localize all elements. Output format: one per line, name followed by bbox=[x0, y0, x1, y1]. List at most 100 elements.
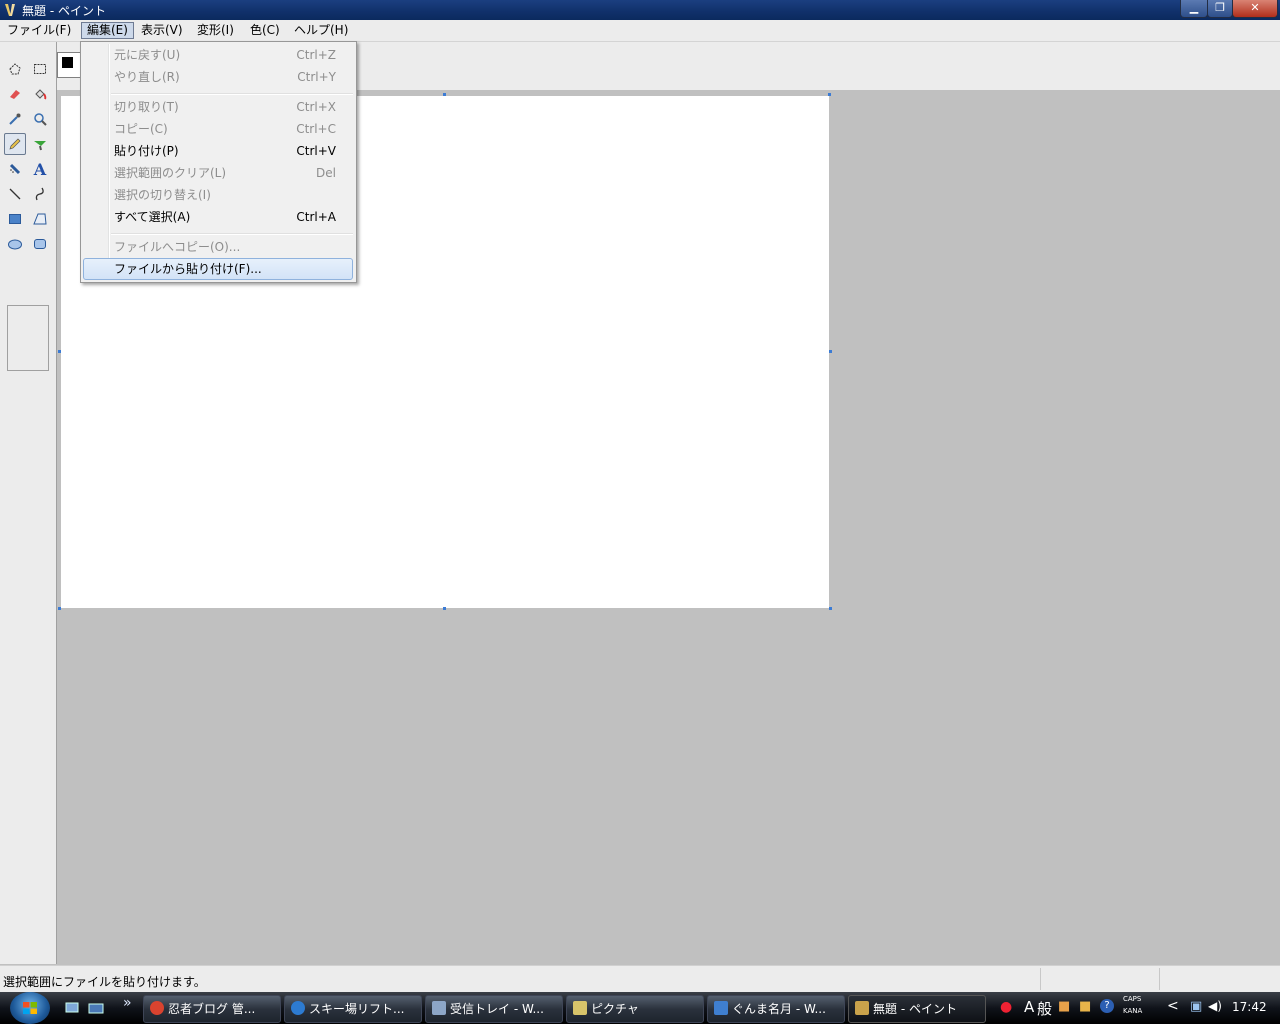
minimize-button[interactable]: ▁ bbox=[1180, 0, 1208, 18]
menu-item-select-all[interactable]: すべて選択(A) Ctrl+A bbox=[83, 206, 353, 228]
clock[interactable]: 17:42 bbox=[1232, 1000, 1267, 1014]
taskbar-item-label: 忍者ブログ 管... bbox=[168, 1002, 256, 1016]
foreground-color-swatch[interactable] bbox=[62, 57, 73, 68]
menu-item-paste[interactable]: 貼り付け(P) Ctrl+V bbox=[83, 140, 353, 162]
taskbar-item-active[interactable]: 無題 - ペイント bbox=[848, 995, 986, 1023]
quicklaunch-more-icon[interactable]: » bbox=[123, 995, 139, 1011]
menu-item-label: 選択の切り替え(I) bbox=[114, 188, 211, 202]
rounded-rect-icon[interactable] bbox=[29, 233, 51, 255]
menu-item-label: 選択範囲のクリア(L) bbox=[114, 166, 227, 180]
menu-file[interactable]: ファイル(F) bbox=[2, 22, 76, 39]
maximize-button[interactable]: ❐ bbox=[1207, 0, 1233, 18]
ime-help-icon[interactable]: ? bbox=[1100, 999, 1114, 1013]
taskbar-item[interactable]: ピクチャ bbox=[566, 995, 704, 1023]
taskbar-item-label: スキー場リフト... bbox=[309, 1002, 405, 1016]
paint-app-icon bbox=[855, 1001, 869, 1015]
menu-item-clear-selection[interactable]: 選択範囲のクリア(L) Del bbox=[83, 162, 353, 184]
menu-item-label: 貼り付け(P) bbox=[114, 144, 179, 158]
menu-colors[interactable]: 色(C) bbox=[245, 22, 285, 39]
status-divider bbox=[1040, 968, 1041, 990]
menu-edit[interactable]: 編集(E) bbox=[81, 22, 134, 39]
paint-app-icon bbox=[5, 4, 15, 16]
menu-item-label: すべて選択(A) bbox=[114, 210, 191, 224]
switch-windows-icon[interactable] bbox=[88, 1000, 104, 1016]
menu-image[interactable]: 変形(I) bbox=[192, 22, 239, 39]
menu-item-label: 切り取り(T) bbox=[114, 100, 179, 114]
text-icon[interactable]: A bbox=[29, 158, 51, 180]
ime-kanji-indicator[interactable]: 般 bbox=[1037, 998, 1052, 1019]
taskbar-item[interactable]: スキー場リフト... bbox=[284, 995, 422, 1023]
menu-item-label: コピー(C) bbox=[114, 122, 168, 136]
taskbar-item[interactable]: 忍者ブログ 管... bbox=[143, 995, 281, 1023]
menu-item-undo[interactable]: 元に戻す(U) Ctrl+Z bbox=[83, 44, 353, 66]
show-desktop-icon[interactable] bbox=[64, 1000, 80, 1016]
menu-view[interactable]: 表示(V) bbox=[136, 22, 188, 39]
menu-item-copy-to-file[interactable]: ファイルへコピー(O)... bbox=[83, 236, 353, 258]
menu-item-copy[interactable]: コピー(C) Ctrl+C bbox=[83, 118, 353, 140]
menu-item-cut[interactable]: 切り取り(T) Ctrl+X bbox=[83, 96, 353, 118]
windows-logo-icon bbox=[23, 1002, 37, 1014]
title-bar: 無題 - ペイント ▁ ❐ ✕ bbox=[0, 0, 1280, 20]
rectangle-icon[interactable] bbox=[4, 208, 26, 230]
curve-icon[interactable] bbox=[29, 183, 51, 205]
ie-icon bbox=[291, 1001, 305, 1015]
menu-help[interactable]: ヘルプ(H) bbox=[289, 22, 353, 39]
volume-icon[interactable]: ◀) bbox=[1208, 999, 1222, 1013]
polygon-icon[interactable] bbox=[29, 208, 51, 230]
taskbar-item[interactable]: 受信トレイ - W... bbox=[425, 995, 563, 1023]
menu-item-shortcut: Del bbox=[316, 166, 336, 180]
network-icon[interactable]: ▣ bbox=[1190, 999, 1202, 1014]
status-divider bbox=[1159, 968, 1160, 990]
resize-handle-right[interactable] bbox=[829, 350, 832, 353]
ime-tool-icon[interactable]: ■ bbox=[1058, 999, 1070, 1014]
menu-separator bbox=[111, 233, 353, 235]
tray-expand-icon[interactable]: < bbox=[1167, 998, 1179, 1014]
tool-options-box[interactable] bbox=[7, 305, 49, 371]
document-icon bbox=[714, 1001, 728, 1015]
menu-item-shortcut: Ctrl+A bbox=[296, 210, 336, 224]
resize-handle-bottom[interactable] bbox=[443, 607, 446, 610]
free-select-icon[interactable] bbox=[4, 58, 26, 80]
rect-select-icon[interactable] bbox=[29, 58, 51, 80]
taskbar-item-label: ぐんま名月 - W... bbox=[732, 1002, 826, 1016]
ime-mode-indicator[interactable]: A bbox=[1024, 998, 1034, 1016]
menu-item-paste-from-file[interactable]: ファイルから貼り付け(F)... bbox=[83, 258, 353, 280]
close-button[interactable]: ✕ bbox=[1232, 0, 1278, 18]
resize-handle-top-right[interactable] bbox=[828, 93, 831, 96]
status-bar: 選択範囲にファイルを貼り付けます。 bbox=[0, 965, 1280, 993]
ime-dictionary-icon[interactable]: ■ bbox=[1079, 999, 1091, 1014]
menu-separator bbox=[111, 93, 353, 95]
kana-indicator: KANA bbox=[1123, 1007, 1143, 1015]
edit-dropdown-menu: 元に戻す(U) Ctrl+Z やり直し(R) Ctrl+Y 切り取り(T) Ct… bbox=[80, 41, 357, 283]
menu-item-shortcut: Ctrl+V bbox=[296, 144, 336, 158]
menu-item-shortcut: Ctrl+X bbox=[296, 100, 336, 114]
menu-item-shortcut: Ctrl+Z bbox=[296, 48, 336, 62]
menu-item-invert-selection[interactable]: 選択の切り替え(I) bbox=[83, 184, 353, 206]
resize-handle-bottom-right[interactable] bbox=[829, 607, 832, 610]
resize-handle-bottom-left[interactable] bbox=[58, 607, 61, 610]
taskbar-item-label: 受信トレイ - W... bbox=[450, 1002, 544, 1016]
menu-item-label: 元に戻す(U) bbox=[114, 48, 181, 62]
resize-handle-left[interactable] bbox=[58, 350, 61, 353]
resize-handle-top[interactable] bbox=[443, 93, 446, 96]
pencil-icon[interactable] bbox=[4, 133, 26, 155]
tool-box: A bbox=[0, 42, 57, 964]
fill-icon[interactable] bbox=[29, 83, 51, 105]
notification-icon[interactable]: ● bbox=[1000, 999, 1012, 1015]
menu-item-label: やり直し(R) bbox=[114, 70, 180, 84]
airbrush-icon[interactable] bbox=[4, 158, 26, 180]
menu-item-redo[interactable]: やり直し(R) Ctrl+Y bbox=[83, 66, 353, 88]
ellipse-icon[interactable] bbox=[4, 233, 26, 255]
status-text: 選択範囲にファイルを貼り付けます。 bbox=[3, 975, 206, 989]
eraser-icon[interactable] bbox=[4, 83, 26, 105]
brush-icon[interactable] bbox=[29, 133, 51, 155]
menu-item-label: ファイルへコピー(O)... bbox=[114, 240, 241, 254]
taskbar-item[interactable]: ぐんま名月 - W... bbox=[707, 995, 845, 1023]
eyedropper-icon[interactable] bbox=[4, 108, 26, 130]
menu-item-shortcut: Ctrl+Y bbox=[297, 70, 336, 84]
line-icon[interactable] bbox=[4, 183, 26, 205]
window-title: 無題 - ペイント bbox=[22, 4, 106, 18]
magnifier-icon[interactable] bbox=[29, 108, 51, 130]
taskbar-item-label: 無題 - ペイント bbox=[873, 1002, 957, 1016]
taskbar-item-label: ピクチャ bbox=[591, 1002, 639, 1016]
